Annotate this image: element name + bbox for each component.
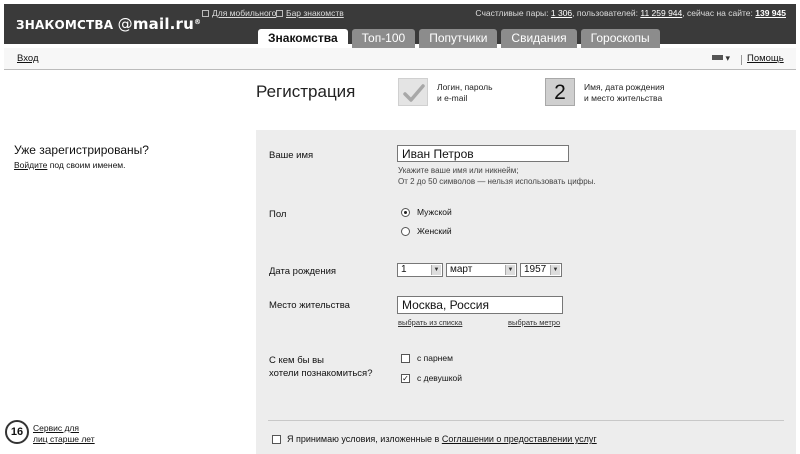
birth-year-select[interactable]: 1957 ▼ [520, 263, 562, 277]
bar-link-label: Бар знакомств [286, 8, 344, 18]
flag-icon [712, 55, 723, 60]
step-1-line-2: и e-mail [437, 93, 468, 103]
bar-icon [276, 10, 283, 17]
seek-woman-label[interactable]: с девушкой [417, 373, 462, 383]
mobile-icon [202, 10, 209, 17]
seek-label-line-2: хотели познакомиться? [269, 368, 373, 379]
birth-day-value: 1 [401, 264, 407, 275]
step-2-line-2: и место жительства [584, 93, 663, 103]
gender-female-radio[interactable] [401, 227, 410, 236]
name-hint: Укажите ваше имя или никнейм; От 2 до 50… [398, 165, 596, 187]
seek-man-checkbox[interactable] [401, 354, 410, 363]
online-label: , сейчас на сайте: [682, 8, 753, 18]
logo-brand-text: ЗНАКОМСТВА [16, 18, 114, 32]
age-line-2: лиц старше лет [33, 434, 95, 444]
step-2-line-1: Имя, дата рождения [584, 82, 665, 92]
step-1-text: Логин, пароль и e-mail [437, 82, 493, 104]
step-1-indicator [398, 78, 428, 106]
name-hint-line-2: От 2 до 50 символов — нельзя использоват… [398, 177, 596, 186]
age-restriction-icon: 16 [5, 420, 29, 444]
mobile-link[interactable]: Для мобильного [202, 8, 276, 18]
users-count-link[interactable]: 11 259 944 [640, 8, 682, 18]
form-divider [268, 420, 784, 421]
tab-znakomstva[interactable]: Знакомства [258, 29, 348, 48]
city-pick-metro-link[interactable]: выбрать метро [508, 318, 560, 327]
birth-date-label: Дата рождения [269, 266, 337, 277]
city-pick-list-link[interactable]: выбрать из списка [398, 318, 462, 327]
chevron-down-icon: ▼ [431, 265, 441, 275]
birth-day-select[interactable]: 1 ▼ [397, 263, 443, 277]
birth-year-value: 1957 [524, 264, 547, 275]
sign-in-rest-text: под своим именем. [47, 160, 126, 170]
step-1-line-1: Логин, пароль [437, 82, 493, 92]
age-restriction-link[interactable]: Сервис для лиц старше лет [33, 423, 95, 445]
chevron-down-icon: ▼ [550, 265, 560, 275]
online-count-link[interactable]: 139 945 [755, 8, 786, 18]
agree-text: Я принимаю условия, изложенные в Соглаше… [287, 434, 597, 444]
login-link[interactable]: Вход [17, 53, 39, 64]
users-label: , пользователей: [572, 8, 638, 18]
page-title: Регистрация [256, 82, 356, 101]
step-2-indicator: 2 [545, 78, 575, 106]
seek-label-line-1: С кем бы вы [269, 355, 325, 366]
divider [741, 55, 742, 65]
birth-month-select[interactable]: март ▼ [446, 263, 517, 277]
tab-poputchiki[interactable]: Попутчики [419, 29, 498, 48]
seek-woman-checkbox[interactable]: ✓ [401, 374, 410, 383]
language-selector[interactable]: ▾ [712, 53, 730, 64]
name-input[interactable] [397, 145, 569, 162]
tab-svidaniya[interactable]: Свидания [501, 29, 577, 48]
pairs-label: Счастливые пары: [475, 8, 549, 18]
tab-goroskopy[interactable]: Гороскопы [580, 29, 660, 48]
site-stats: Счастливые пары: 1 306, пользователей: 1… [475, 8, 786, 18]
agree-checkbox[interactable] [272, 435, 281, 444]
main-tabs: Знакомства Топ-100 Попутчики Свидания Го… [258, 29, 664, 48]
agreement-link[interactable]: Соглашении о предоставлении услуг [442, 434, 597, 444]
gender-male-radio[interactable] [401, 208, 410, 217]
pairs-count-link[interactable]: 1 306 [551, 8, 572, 18]
logo-mailru-text: mail.ru [132, 15, 195, 33]
agree-text-prefix: Я принимаю условия, изложенные в [287, 434, 442, 444]
site-logo[interactable]: ЗНАКОМСТВА @mail.ru® [16, 15, 201, 33]
city-input[interactable] [397, 296, 563, 314]
gender-label: Пол [269, 209, 287, 220]
top-bar: ЗНАКОМСТВА @mail.ru® Для мобильного Бар … [4, 4, 796, 48]
help-link[interactable]: Помощь [747, 53, 784, 64]
age-line-1: Сервис для [33, 423, 79, 433]
name-hint-line-1: Укажите ваше имя или никнейм; [398, 166, 519, 175]
already-registered-title: Уже зарегистрированы? [14, 143, 149, 157]
city-label: Место жительства [269, 300, 350, 311]
sign-in-link[interactable]: Войдите [14, 160, 47, 170]
logo-at-text: @ [117, 15, 133, 33]
seek-man-label[interactable]: с парнем [417, 353, 453, 363]
sub-bar: Вход ▾ Помощь [4, 48, 796, 70]
step-2-text: Имя, дата рождения и место жительства [584, 82, 664, 104]
mobile-link-label: Для мобильного [212, 8, 277, 18]
gender-female-label[interactable]: Женский [417, 226, 452, 236]
tab-top-100[interactable]: Топ-100 [351, 29, 416, 48]
checkmark-icon [403, 84, 425, 102]
chevron-down-icon: ▼ [505, 265, 515, 275]
chevron-down-icon: ▾ [725, 53, 731, 63]
already-registered-text: Войдите под своим именем. [14, 160, 126, 170]
name-label: Ваше имя [269, 150, 314, 161]
birth-month-value: март [450, 264, 473, 275]
logo-reg-mark: ® [194, 18, 202, 26]
bar-link[interactable]: Бар знакомств [276, 8, 344, 18]
gender-male-label[interactable]: Мужской [417, 207, 452, 217]
seek-label: С кем бы вы хотели познакомиться? [269, 354, 373, 380]
